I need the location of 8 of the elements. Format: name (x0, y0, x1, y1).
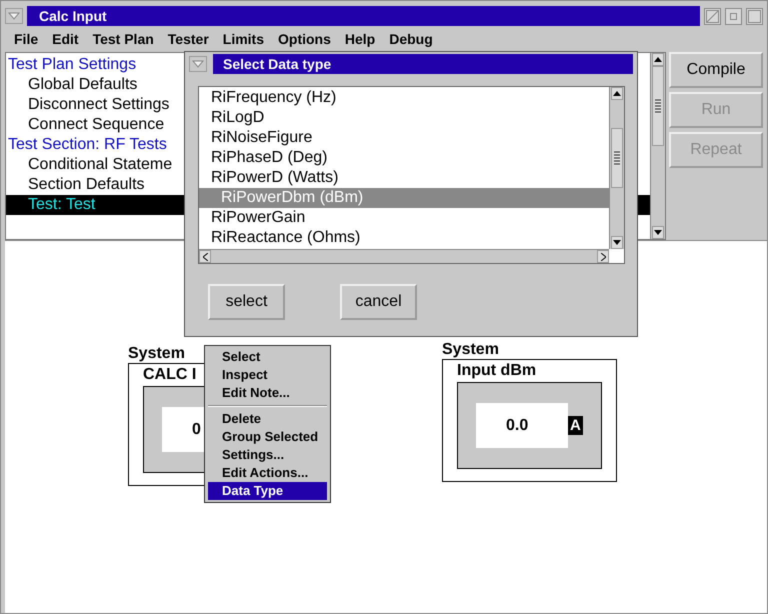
window-title: Calc Input (27, 6, 700, 26)
value-field: 0.0 (476, 403, 568, 448)
group-label: System (128, 345, 185, 363)
mode-badge: A (568, 416, 583, 435)
object-name: CALC I (143, 366, 196, 384)
group-label: System (442, 341, 499, 359)
object-name: Input dBm (457, 362, 536, 380)
dialog-title: Select Data type (213, 54, 633, 74)
